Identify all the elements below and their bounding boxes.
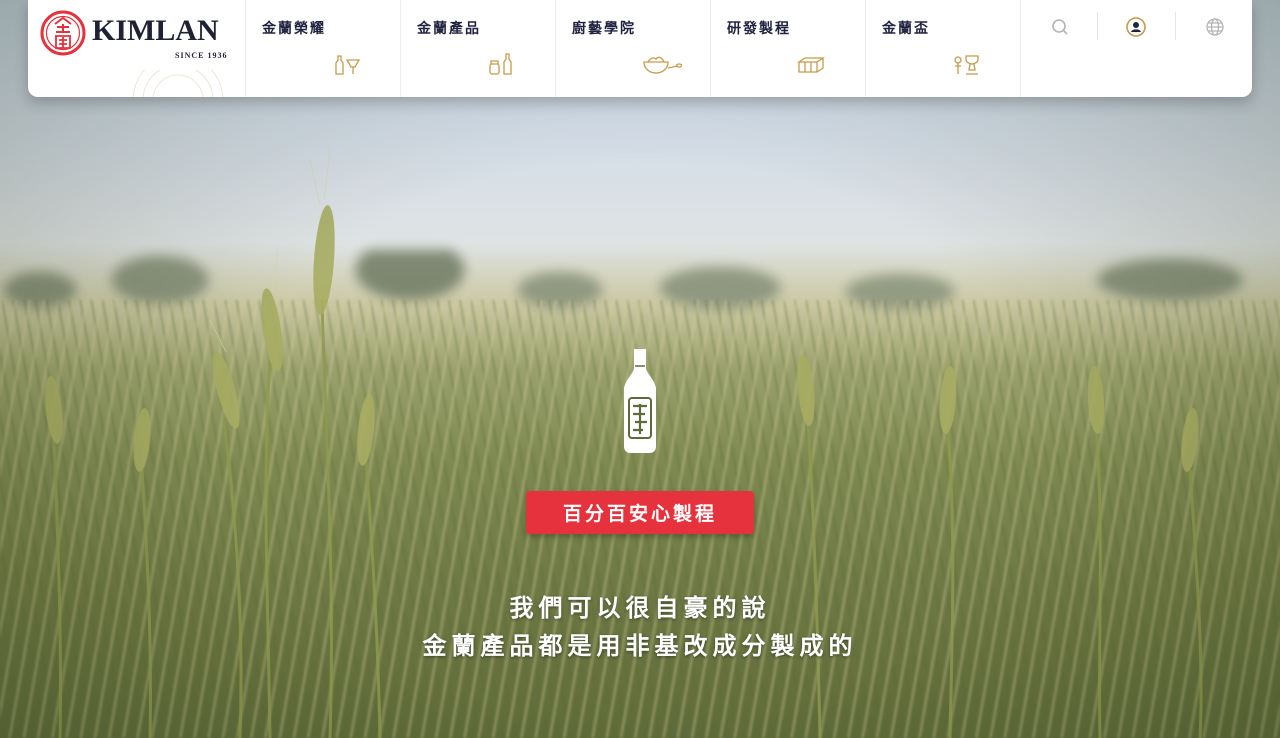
hero-tagline-line2: 金蘭產品都是用非基改成分製成的 bbox=[422, 632, 858, 660]
jar-and-bottle-icon bbox=[489, 53, 512, 75]
utility-area bbox=[1021, 0, 1252, 97]
dish-and-spoon-icon bbox=[643, 56, 682, 74]
divider bbox=[1097, 12, 1098, 40]
hero-tagline-line1: 我們可以很自豪的說 bbox=[509, 594, 771, 622]
nav-label: 金蘭榮耀 bbox=[262, 21, 326, 37]
nav-item-kimlan-cup[interactable]: 金蘭盃 bbox=[866, 0, 1021, 97]
trophy-chef-icon bbox=[954, 55, 979, 75]
nav-label: 廚藝學院 bbox=[572, 21, 636, 37]
divider bbox=[1175, 12, 1176, 40]
nav-label: 研發製程 bbox=[727, 21, 791, 37]
nav-item-research[interactable]: 研發製程 bbox=[711, 0, 866, 97]
bottle-and-cup-icon bbox=[335, 55, 361, 75]
search-icon[interactable] bbox=[1049, 16, 1071, 38]
brand-since: SINCE 1936 bbox=[175, 51, 228, 60]
nav-item-glory[interactable]: 金蘭榮耀 bbox=[246, 0, 401, 97]
nav-label: 金蘭產品 bbox=[417, 21, 481, 37]
safe-process-badge[interactable]: 百分百安心製程 bbox=[526, 491, 754, 534]
nav-item-cooking-academy[interactable]: 廚藝學院 bbox=[556, 0, 711, 97]
soy-sauce-bottle-icon bbox=[624, 349, 656, 453]
brand-logo[interactable]: KIMLAN SINCE 1936 bbox=[28, 0, 246, 97]
logo-decoration-icon bbox=[132, 70, 224, 97]
globe-icon[interactable] bbox=[1204, 16, 1226, 38]
kimlan-seal-icon bbox=[40, 10, 86, 56]
nav-label: 金蘭盃 bbox=[882, 21, 930, 37]
tofu-blocks-icon bbox=[797, 57, 826, 73]
nav-item-products[interactable]: 金蘭產品 bbox=[401, 0, 556, 97]
brand-wordmark: KIMLAN bbox=[92, 14, 219, 47]
account-icon[interactable] bbox=[1125, 16, 1147, 38]
main-navbar: KIMLAN SINCE 1936 金蘭榮耀 金蘭產品 廚藝學院 研發製程 金蘭… bbox=[28, 0, 1252, 97]
